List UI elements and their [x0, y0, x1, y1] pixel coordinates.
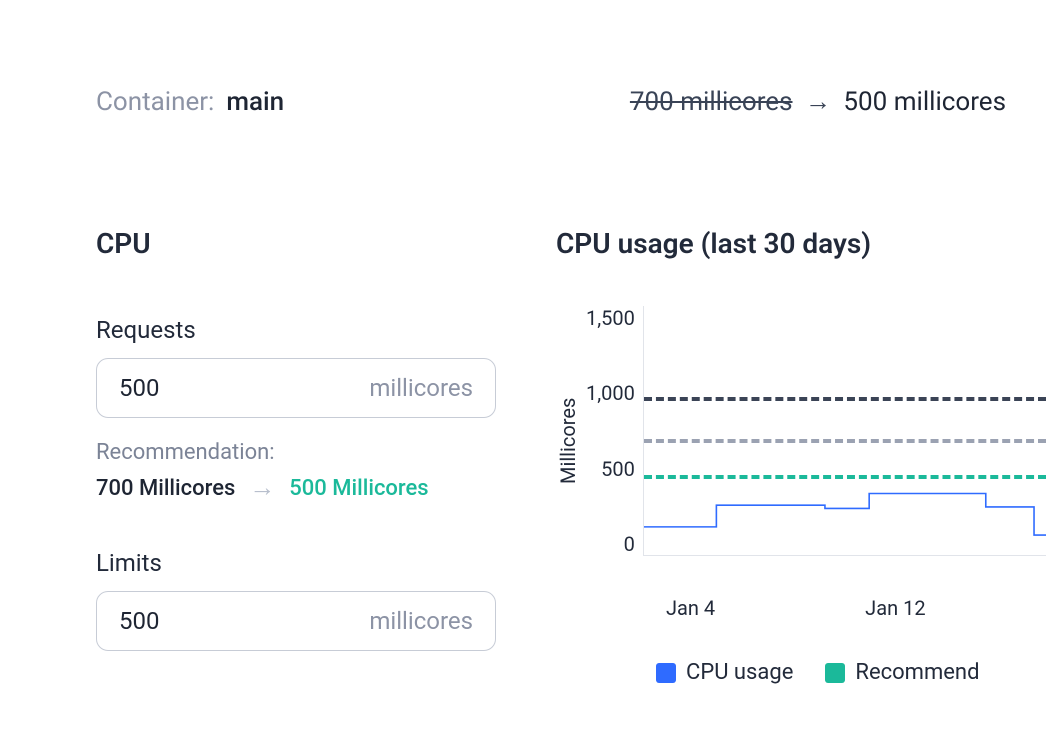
- header-change-summary: 700 millicores → 500 millicores: [630, 86, 1006, 117]
- legend-label: CPU usage: [686, 660, 793, 685]
- cpu-usage-line: [644, 306, 1046, 555]
- legend-label: Recommend: [855, 660, 979, 685]
- plot-area: [643, 306, 1046, 556]
- requests-unit: millicores: [369, 374, 473, 402]
- limits-unit: millicores: [369, 607, 473, 635]
- square-icon: [656, 663, 676, 683]
- x-axis-ticks: Jan 4 Jan 12: [666, 596, 1046, 620]
- arrow-right-icon: →: [249, 475, 275, 501]
- recommendation-new: 500 Millicores: [289, 476, 428, 501]
- x-tick: Jan 4: [666, 596, 715, 620]
- limits-input[interactable]: [119, 607, 369, 635]
- legend-recommend: Recommend: [825, 660, 979, 685]
- limits-input-wrap[interactable]: millicores: [96, 591, 496, 651]
- cpu-heading: CPU: [96, 227, 496, 260]
- container-label: Container:: [96, 87, 214, 117]
- recommendation-line: 700 Millicores → 500 Millicores: [96, 475, 496, 501]
- y-tick: 1,500: [586, 306, 635, 330]
- recommendation-label: Recommendation:: [96, 440, 496, 465]
- cpu-panel: CPU Requests millicores Recommendation: …: [96, 227, 496, 685]
- chart-legend: CPU usage Recommend: [656, 660, 1046, 685]
- requests-input[interactable]: [119, 374, 369, 402]
- old-value: 700 millicores: [630, 87, 793, 117]
- container-name: main: [226, 87, 284, 117]
- legend-cpu-usage: CPU usage: [656, 660, 793, 685]
- arrow-right-icon: →: [805, 87, 831, 117]
- y-axis-ticks: 1,500 1,000 500 0: [586, 306, 643, 556]
- y-tick: 0: [624, 532, 635, 556]
- requests-label: Requests: [96, 316, 496, 344]
- y-tick: 500: [601, 457, 635, 481]
- header-row: Container: main 700 millicores → 500 mil…: [96, 86, 1046, 117]
- y-axis-label: Millicores: [556, 306, 580, 576]
- cpu-usage-chart-panel: CPU usage (last 30 days) Millicores 1,50…: [556, 227, 1046, 685]
- limits-label: Limits: [96, 549, 496, 577]
- square-icon: [825, 663, 845, 683]
- chart-body: Millicores 1,500 1,000 500 0: [556, 306, 1046, 576]
- requests-input-wrap[interactable]: millicores: [96, 358, 496, 418]
- container-title: Container: main: [96, 87, 284, 117]
- y-tick: 1,000: [586, 381, 635, 405]
- new-value: 500 millicores: [843, 87, 1006, 117]
- recommendation-old: 700 Millicores: [96, 476, 235, 501]
- x-tick: Jan 12: [865, 596, 925, 620]
- chart-title: CPU usage (last 30 days): [556, 227, 1046, 260]
